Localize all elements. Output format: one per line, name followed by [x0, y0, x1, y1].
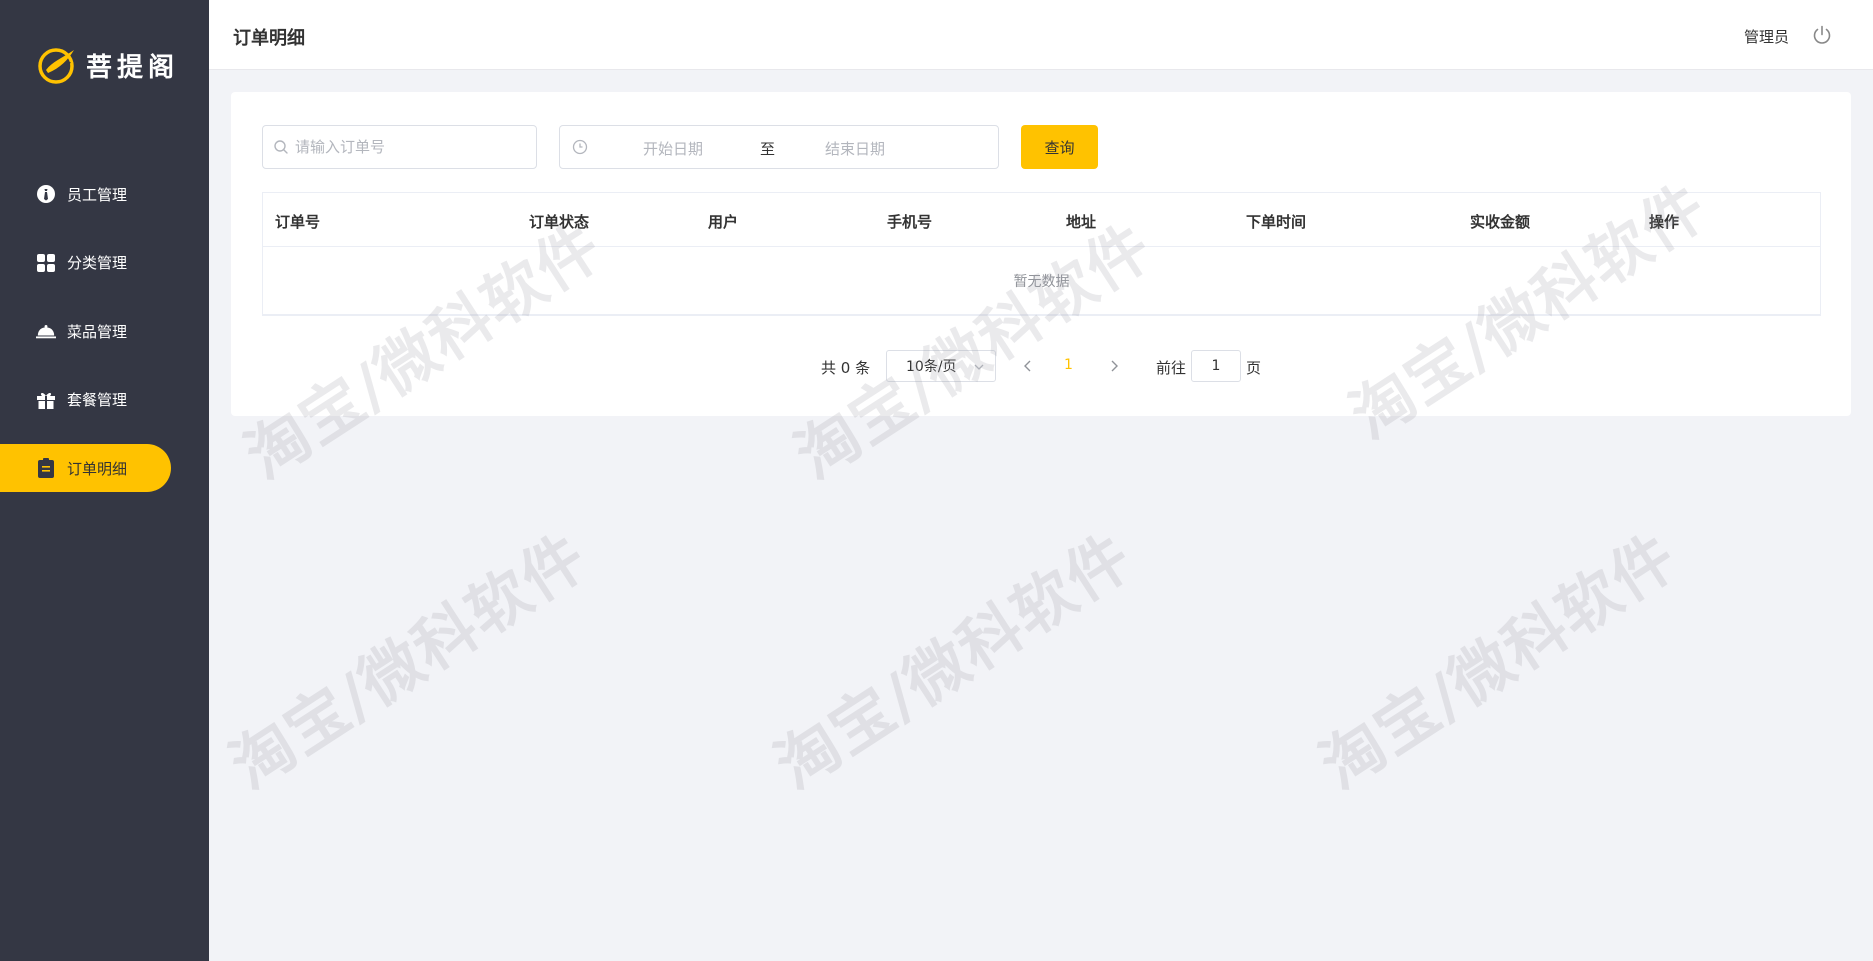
pagination: 共 0 条 10条/页 1 前往 1 页 [231, 350, 1851, 382]
sidebar-item-label: 分类管理 [67, 254, 128, 272]
category-grid-icon [36, 253, 56, 273]
start-date-input[interactable]: 开始日期 [643, 138, 703, 159]
order-number-search[interactable] [262, 125, 537, 169]
content-card: 开始日期 至 结束日期 查询 订单号 订单状态 用户 手机号 地址 下单时间 实… [231, 92, 1851, 416]
column-header-phone: 手机号 [887, 213, 933, 231]
column-header-order-time: 下单时间 [1246, 213, 1307, 231]
pagination-total: 共 0 条 [821, 359, 871, 377]
app-logo: 菩提阁 [38, 46, 179, 84]
query-button[interactable]: 查询 [1021, 125, 1098, 169]
page-suffix-label: 页 [1246, 359, 1262, 377]
end-date-input[interactable]: 结束日期 [825, 138, 885, 159]
staff-icon [36, 184, 56, 204]
sidebar-item-staff[interactable]: 员工管理 [0, 170, 171, 218]
column-header-order-number: 订单号 [275, 213, 321, 231]
order-number-input[interactable] [295, 138, 525, 156]
page-title: 订单明细 [233, 28, 305, 49]
sidebar-item-label: 菜品管理 [67, 322, 128, 341]
sidebar-item-dish[interactable]: 菜品管理 [0, 307, 171, 355]
watermark: 淘宝/微科软件 [762, 519, 1146, 803]
search-icon [274, 140, 288, 154]
sidebar-item-label: 套餐管理 [67, 391, 128, 409]
sidebar-item-category[interactable]: 分类管理 [0, 239, 171, 287]
page-size-value: 10条/页 [906, 359, 957, 375]
logo-text: 菩提阁 [86, 52, 180, 83]
sidebar: 菩提阁 员工管理 分类管理 菜品管理 套餐管理 订单明细 [0, 0, 209, 961]
sidebar-item-label: 订单明细 [67, 459, 128, 478]
user-name[interactable]: 管理员 [1744, 26, 1789, 47]
column-header-address: 地址 [1066, 213, 1097, 231]
next-page-icon[interactable] [1107, 358, 1121, 374]
power-icon[interactable] [1811, 24, 1833, 46]
date-separator: 至 [760, 140, 776, 158]
date-range-picker[interactable]: 开始日期 至 结束日期 [559, 125, 999, 169]
column-header-user: 用户 [708, 213, 739, 231]
logo-icon [38, 48, 74, 84]
column-header-amount: 实收金额 [1470, 213, 1531, 231]
orders-table: 订单号 订单状态 用户 手机号 地址 下单时间 实收金额 操作 暂无数据 [262, 192, 1821, 316]
sidebar-item-combo[interactable]: 套餐管理 [0, 376, 171, 424]
column-header-order-status: 订单状态 [529, 213, 590, 231]
gift-icon [36, 390, 56, 410]
sidebar-item-orders[interactable]: 订单明细 [0, 444, 171, 492]
column-header-actions: 操作 [1649, 213, 1680, 231]
goto-page-input[interactable]: 1 [1191, 350, 1241, 382]
prev-page-icon[interactable] [1021, 358, 1035, 374]
empty-table-text: 暂无数据 [1013, 274, 1070, 290]
watermark: 淘宝/微科软件 [1307, 519, 1691, 803]
chevron-down-icon [974, 364, 984, 370]
page-size-select[interactable]: 10条/页 [886, 350, 996, 382]
table-header: 订单号 订单状态 用户 手机号 地址 下单时间 实收金额 操作 [263, 193, 1820, 247]
table-bottom-border [263, 314, 1820, 315]
top-header: 订单明细 管理员 [209, 0, 1873, 70]
page-number-current[interactable]: 1 [1064, 357, 1073, 373]
sidebar-menu: 员工管理 分类管理 菜品管理 套餐管理 订单明细 [0, 170, 209, 513]
clock-icon [572, 139, 588, 155]
sidebar-item-label: 员工管理 [67, 185, 128, 204]
dish-cloche-icon [36, 321, 56, 341]
clipboard-icon [36, 458, 56, 478]
goto-label: 前往 [1156, 359, 1187, 377]
watermark: 淘宝/微科软件 [217, 519, 601, 803]
